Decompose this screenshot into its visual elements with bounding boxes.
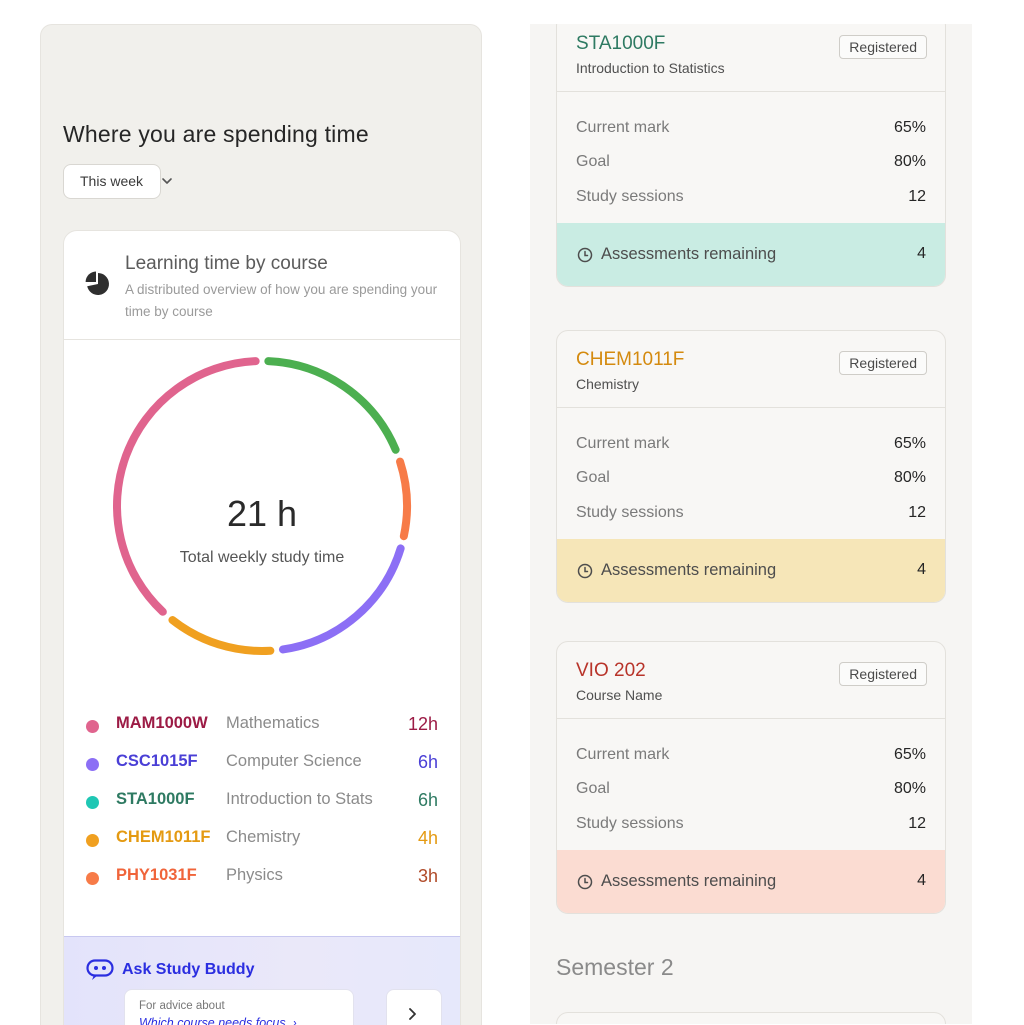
legend-course-name: Introduction to Stats <box>226 790 373 808</box>
course-code: STA1000F <box>576 33 666 54</box>
legend-dot <box>86 834 99 847</box>
study-buddy-title: Ask Study Buddy <box>122 961 255 978</box>
legend-course-code: PHY1031F <box>116 866 197 884</box>
legend-course-name: Mathematics <box>226 714 320 732</box>
assessments-count: 4 <box>917 561 926 578</box>
legend-hours: 6h <box>417 790 438 810</box>
study-sessions-value: 12 <box>908 504 926 521</box>
goal-value: 80% <box>893 780 926 797</box>
clock-icon <box>577 247 593 263</box>
course-name: Introduction to Statistics <box>576 60 725 76</box>
divider <box>557 407 945 408</box>
status-badge: Registered <box>839 35 927 59</box>
legend-dot <box>86 758 99 771</box>
chevron-down-icon[interactable] <box>160 174 174 188</box>
legend-item[interactable]: STA1000F Introduction to Stats 6h <box>86 787 438 825</box>
divider <box>557 91 945 92</box>
semester-2-heading: Semester 2 <box>556 954 674 980</box>
assessments-label: Assessments remaining <box>601 245 777 263</box>
assessments-remaining-bar[interactable]: Assessments remaining 4 <box>557 850 945 913</box>
legend-item[interactable]: MAM1000W Mathematics 12h <box>86 711 438 749</box>
status-badge: Registered <box>839 351 927 375</box>
legend-course-name: Physics <box>226 866 283 884</box>
total-study-label: Total weekly study time <box>179 549 345 566</box>
goal-label: Goal <box>576 780 610 797</box>
study-sessions-label: Study sessions <box>576 504 684 521</box>
legend-course-code: CSC1015F <box>116 752 198 770</box>
assessments-count: 4 <box>917 245 926 262</box>
study-sessions-value: 12 <box>908 188 926 205</box>
current-mark-value: 65% <box>893 435 926 452</box>
clock-icon <box>577 563 593 579</box>
legend-course-name: Computer Science <box>226 752 362 770</box>
legend-hours: 6h <box>417 752 438 772</box>
assessments-label: Assessments remaining <box>601 561 777 579</box>
assessments-remaining-bar[interactable]: Assessments remaining 4 <box>557 223 945 286</box>
course-card[interactable] <box>556 1012 946 1024</box>
assessments-count: 4 <box>917 872 926 889</box>
legend-course-code: MAM1000W <box>116 714 208 732</box>
card-subtitle: A distributed overview of how you are sp… <box>125 282 438 319</box>
course-name: Chemistry <box>576 376 640 392</box>
course-code: VIO 202 <box>576 660 646 681</box>
course-card[interactable]: STA1000F Introduction to Statistics Regist… <box>556 24 946 287</box>
current-mark-value: 65% <box>893 746 926 763</box>
total-study-time: 21 h <box>226 493 298 534</box>
course-legend: MAM1000W Mathematics 12h CSC1015F Computer S… <box>86 711 438 901</box>
study-sessions-label: Study sessions <box>576 188 684 205</box>
goal-value: 80% <box>893 153 926 170</box>
current-mark-value: 65% <box>893 119 926 136</box>
advice-label: For advice about <box>139 1000 225 1012</box>
course-name: Course Name <box>576 687 663 703</box>
study-buddy-panel: Ask Study Buddy For advice about Which c… <box>64 936 460 1025</box>
goal-value: 80% <box>893 469 926 486</box>
course-card[interactable]: VIO 202 Course Name Registered Current mark… <box>556 641 946 914</box>
current-mark-label: Current mark <box>576 746 670 763</box>
donut-segment-sta1000f[interactable] <box>264 357 400 454</box>
legend-course-name: Chemistry <box>226 828 301 846</box>
legend-hours: 4h <box>417 828 438 848</box>
legend-item[interactable]: PHY1031F Physics 3h <box>86 863 438 901</box>
donut-segment-mam1000w[interactable] <box>113 357 260 616</box>
next-suggestion-button[interactable] <box>386 989 442 1025</box>
current-mark-label: Current mark <box>576 119 670 136</box>
legend-course-code: STA1000F <box>116 790 195 808</box>
donut-segment-chem1011f[interactable] <box>168 616 275 655</box>
period-dropdown[interactable]: This week <box>63 164 161 199</box>
time-panel: Where you are spending time This week Le… <box>40 24 482 1025</box>
study-sessions-value: 12 <box>908 815 926 832</box>
divider <box>557 718 945 719</box>
courses-panel: STA1000F Introduction to Statistics Regist… <box>530 24 972 1024</box>
card-header: Learning time by course A distributed ov… <box>64 231 460 340</box>
goal-label: Goal <box>576 469 610 486</box>
course-code: CHEM1011F <box>576 349 685 370</box>
section-title: Where you are spending time <box>63 121 369 147</box>
clock-icon <box>577 874 593 890</box>
legend-item[interactable]: CSC1015F Computer Science 6h <box>86 749 438 787</box>
study-sessions-label: Study sessions <box>576 815 684 832</box>
status-badge: Registered <box>839 662 927 686</box>
course-card[interactable]: CHEM1011F Chemistry Registered Current mark… <box>556 330 946 603</box>
assessments-label: Assessments remaining <box>601 872 777 890</box>
legend-course-code: CHEM1011F <box>116 828 211 846</box>
learning-time-card: Learning time by course A distributed ov… <box>63 230 461 1025</box>
pie-chart-icon <box>85 271 109 295</box>
legend-hours: 12h <box>407 714 438 734</box>
legend-dot <box>86 720 99 733</box>
goal-label: Goal <box>576 153 610 170</box>
chatbot-icon <box>86 959 114 980</box>
chevron-right-icon <box>409 1008 416 1020</box>
legend-dot <box>86 796 99 809</box>
assessments-remaining-bar[interactable]: Assessments remaining 4 <box>557 539 945 602</box>
advice-prompt-card[interactable]: For advice about Which course needs focu… <box>124 989 354 1025</box>
card-title: Learning time by course <box>125 253 328 274</box>
legend-item[interactable]: CHEM1011F Chemistry 4h <box>86 825 438 863</box>
current-mark-label: Current mark <box>576 435 670 452</box>
legend-hours: 3h <box>417 866 438 886</box>
legend-dot <box>86 872 99 885</box>
